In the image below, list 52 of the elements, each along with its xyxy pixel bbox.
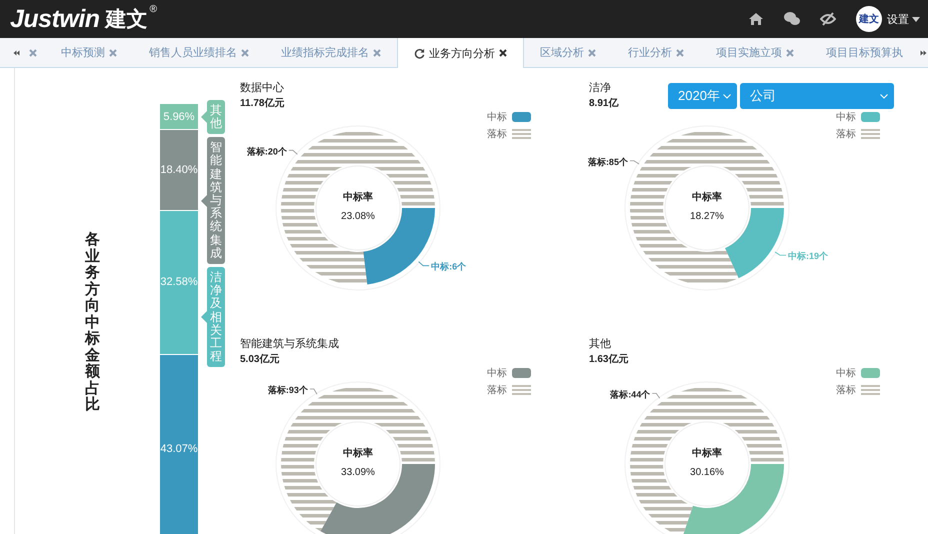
legend-label: 落标 bbox=[487, 128, 507, 141]
chart-title: 智能建筑与系统集成 bbox=[240, 336, 339, 351]
amount-text: 1.63亿元 bbox=[589, 352, 628, 366]
rate-value: 30.16% bbox=[690, 467, 724, 478]
logo-text: 建文 bbox=[106, 7, 148, 33]
slice-label: 中标:6个 bbox=[431, 262, 466, 272]
legend-label: 其他 bbox=[210, 102, 222, 130]
center-label: 中标率 bbox=[343, 448, 373, 459]
settings-menu[interactable]: 设置 bbox=[887, 12, 920, 26]
dropdown[interactable]: 公司 bbox=[740, 83, 894, 109]
slice-label: 落标:85个 bbox=[588, 156, 628, 167]
tab[interactable]: 业务方向分析 bbox=[397, 38, 524, 68]
center-label: 中标率 bbox=[692, 192, 722, 203]
bar-segment: 43.07% bbox=[160, 354, 198, 534]
rate-value: 23.08% bbox=[341, 211, 375, 222]
dropdown[interactable]: 2020年 bbox=[668, 83, 737, 109]
legend-label: 中标 bbox=[487, 366, 507, 380]
chart-title: 其他 bbox=[589, 337, 612, 351]
tab[interactable]: 项目实施立项 bbox=[700, 38, 810, 67]
tab[interactable]: 中标预测 bbox=[45, 38, 133, 67]
tab[interactable]: 项目目标预算执 bbox=[810, 38, 919, 67]
chart-title: 数据中心 bbox=[240, 80, 284, 95]
slice-label: 落标:20个 bbox=[246, 146, 287, 156]
amount-text: 5.03亿元 bbox=[240, 352, 280, 366]
legend-label: 落标 bbox=[836, 384, 856, 397]
legend-label: 洁净及相关工程 bbox=[210, 270, 222, 364]
tab[interactable]: 业绩指标完成排名 bbox=[265, 38, 397, 67]
legend-label: 中标 bbox=[836, 366, 856, 380]
rate-value: 33.09% bbox=[341, 467, 375, 478]
rate-value: 18.27% bbox=[690, 211, 724, 222]
slice-label: 落标:44个 bbox=[610, 389, 650, 400]
legend-label: 落标 bbox=[836, 128, 856, 141]
logo-text: Justwin bbox=[10, 4, 100, 34]
amount-text: 8.91亿 bbox=[589, 96, 618, 110]
chart-title: 各业务方向中标金额占比 bbox=[85, 232, 100, 414]
center-label: 中标率 bbox=[343, 192, 373, 203]
center-label: 中标率 bbox=[692, 448, 722, 459]
legend-label: 落标 bbox=[487, 384, 507, 397]
slice-label: 中标:19个 bbox=[788, 251, 828, 262]
tab[interactable]: 行业分析 bbox=[612, 38, 700, 67]
chart-title: 洁净 bbox=[589, 81, 612, 95]
bar-segment: 18.40% bbox=[160, 130, 198, 212]
legend-label: 中标 bbox=[836, 110, 856, 124]
legend-label: 中标 bbox=[487, 110, 507, 124]
tab[interactable]: 区域分析 bbox=[524, 38, 612, 67]
registered-mark: ® bbox=[150, 4, 157, 15]
avatar[interactable]: 建文 bbox=[856, 6, 882, 32]
amount-text: 11.78亿元 bbox=[240, 96, 284, 110]
bar-segment: 32.58% bbox=[160, 211, 198, 354]
bar-segment: 5.96% bbox=[160, 104, 198, 130]
slice-label: 落标:93个 bbox=[268, 385, 308, 395]
tab[interactable]: 销售人员业绩排名 bbox=[133, 38, 265, 67]
